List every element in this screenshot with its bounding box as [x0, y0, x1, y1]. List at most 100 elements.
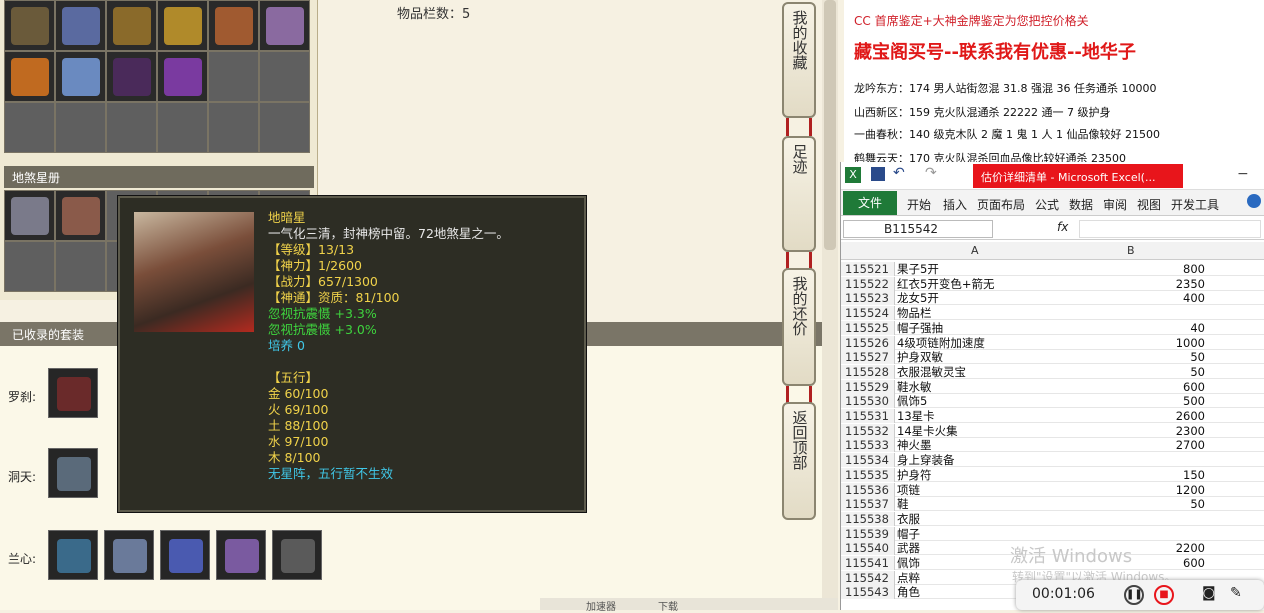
pen-icon[interactable]: ✎: [1230, 585, 1242, 601]
row-number[interactable]: 115521: [841, 262, 895, 276]
inventory-slot[interactable]: [4, 102, 55, 153]
suit-item[interactable]: [48, 530, 98, 580]
row-number[interactable]: 115532: [841, 423, 895, 438]
inventory-slot[interactable]: [157, 0, 208, 51]
row-number[interactable]: 115541: [841, 556, 895, 570]
cell-b[interactable]: 150: [1055, 468, 1205, 482]
speedup-label[interactable]: 加速器: [586, 598, 616, 613]
row-number[interactable]: 115529: [841, 379, 895, 394]
suit-item[interactable]: [104, 530, 154, 580]
cell-a[interactable]: 衣服: [897, 512, 1053, 526]
cell-b[interactable]: 600: [1055, 380, 1205, 394]
cell-a[interactable]: 物品栏: [897, 306, 1053, 320]
inventory-slot[interactable]: [106, 0, 157, 51]
table-row[interactable]: 115527 护身双敏 50: [841, 350, 1264, 365]
inventory-slot[interactable]: [208, 0, 259, 51]
table-row[interactable]: 115536 项链 1200: [841, 482, 1264, 497]
row-number[interactable]: 115538: [841, 511, 895, 526]
table-row[interactable]: 115528 衣服混敏灵宝 50: [841, 364, 1264, 379]
table-row[interactable]: 115535 护身符 150: [841, 467, 1264, 482]
row-number[interactable]: 115524: [841, 306, 895, 321]
cell-b[interactable]: 40: [1055, 321, 1205, 335]
table-row[interactable]: 115530 佩饰5 500: [841, 394, 1264, 409]
table-row[interactable]: 115531 13星卡 2600: [841, 409, 1264, 423]
row-number[interactable]: 115526: [841, 335, 895, 350]
inventory-slot[interactable]: [106, 102, 157, 153]
cell-a[interactable]: 护身双敏: [897, 350, 1053, 364]
cell-a[interactable]: 护身符: [897, 468, 1053, 482]
inventory-slot[interactable]: [4, 0, 55, 51]
row-number[interactable]: 115527: [841, 350, 895, 365]
star-card-slot[interactable]: [55, 190, 106, 241]
cell-a[interactable]: 衣服混敏灵宝: [897, 365, 1053, 379]
ribbon-tab[interactable]: 开始: [907, 196, 931, 213]
redo-icon[interactable]: ↷: [925, 165, 937, 181]
ribbon-tab[interactable]: 开发工具: [1171, 196, 1219, 213]
inventory-slot[interactable]: [55, 102, 106, 153]
table-row[interactable]: 115522 红衣5开变色+箭无 2350: [841, 276, 1264, 291]
table-row[interactable]: 115521 果子5开 800: [841, 262, 1264, 276]
camera-icon[interactable]: ◙: [1202, 585, 1216, 601]
table-row[interactable]: 115523 龙女5开 400: [841, 291, 1264, 306]
row-number[interactable]: 115540: [841, 541, 895, 556]
inventory-slot[interactable]: [208, 102, 259, 153]
row-number[interactable]: 115534: [841, 453, 895, 468]
star-card-slot[interactable]: [55, 241, 106, 292]
ribbon-tab[interactable]: 视图: [1137, 196, 1161, 213]
cell-a[interactable]: 身上穿装备: [897, 453, 1053, 467]
pause-icon[interactable]: ❚❚: [1124, 585, 1144, 605]
ribbon-tab[interactable]: 公式: [1035, 196, 1059, 213]
cell-a[interactable]: 鞋水敏: [897, 380, 1053, 394]
cell-a[interactable]: 红衣5开变色+箭无: [897, 277, 1053, 291]
inventory-slot[interactable]: [259, 51, 310, 102]
table-row[interactable]: 115529 鞋水敏 600: [841, 379, 1264, 394]
ribbon-tab[interactable]: 数据: [1069, 196, 1093, 213]
cell-b[interactable]: 800: [1055, 262, 1205, 276]
cell-b[interactable]: 2300: [1055, 424, 1205, 438]
footprint-button[interactable]: 足迹: [782, 136, 816, 252]
table-row[interactable]: 115525 帽子强抽 40: [841, 320, 1264, 335]
undo-icon[interactable]: ↶: [893, 165, 905, 181]
suit-item[interactable]: [48, 368, 98, 418]
my-favorites-button[interactable]: 我的收藏: [782, 2, 816, 118]
formula-input[interactable]: [1079, 220, 1261, 238]
table-row[interactable]: 115526 4级项链附加速度 1000: [841, 335, 1264, 350]
inventory-slot[interactable]: [55, 51, 106, 102]
cell-b[interactable]: 500: [1055, 394, 1205, 408]
help-icon[interactable]: [1247, 194, 1261, 208]
inventory-slot[interactable]: [4, 51, 55, 102]
row-number[interactable]: 115522: [841, 276, 895, 291]
suit-item[interactable]: [216, 530, 266, 580]
row-number[interactable]: 115543: [841, 585, 895, 600]
my-counteroffer-button[interactable]: 我的还价: [782, 268, 816, 386]
suit-item[interactable]: [48, 448, 98, 498]
ribbon-tab[interactable]: 插入: [943, 196, 967, 213]
ribbon-tab[interactable]: 页面布局: [977, 196, 1025, 213]
download-label[interactable]: 下载: [658, 598, 678, 613]
table-row[interactable]: 115537 鞋 50: [841, 497, 1264, 512]
inventory-slot[interactable]: [157, 102, 208, 153]
row-number[interactable]: 115536: [841, 482, 895, 497]
row-number[interactable]: 115531: [841, 409, 895, 423]
table-row[interactable]: 115539 帽子: [841, 526, 1264, 541]
ribbon-tab[interactable]: 审阅: [1103, 196, 1127, 213]
row-number[interactable]: 115528: [841, 364, 895, 379]
file-tab[interactable]: 文件: [843, 191, 897, 215]
cell-b[interactable]: 50: [1055, 497, 1205, 511]
row-number[interactable]: 115523: [841, 291, 895, 306]
cell-a[interactable]: 帽子强抽: [897, 321, 1053, 335]
scrollbar-thumb[interactable]: [824, 0, 836, 250]
table-row[interactable]: 115534 身上穿装备: [841, 453, 1264, 468]
suit-item[interactable]: [160, 530, 210, 580]
minimize-icon[interactable]: −: [1237, 166, 1249, 182]
cell-b[interactable]: 400: [1055, 291, 1205, 305]
table-row[interactable]: 115532 14星卡火集 2300: [841, 423, 1264, 438]
table-row[interactable]: 115524 物品栏: [841, 306, 1264, 321]
row-number[interactable]: 115525: [841, 320, 895, 335]
cell-a[interactable]: 龙女5开: [897, 291, 1053, 305]
cell-b[interactable]: 2700: [1055, 438, 1205, 452]
row-number[interactable]: 115539: [841, 526, 895, 541]
star-card-slot[interactable]: [4, 241, 55, 292]
inventory-slot[interactable]: [106, 51, 157, 102]
cell-a[interactable]: 项链: [897, 483, 1053, 497]
